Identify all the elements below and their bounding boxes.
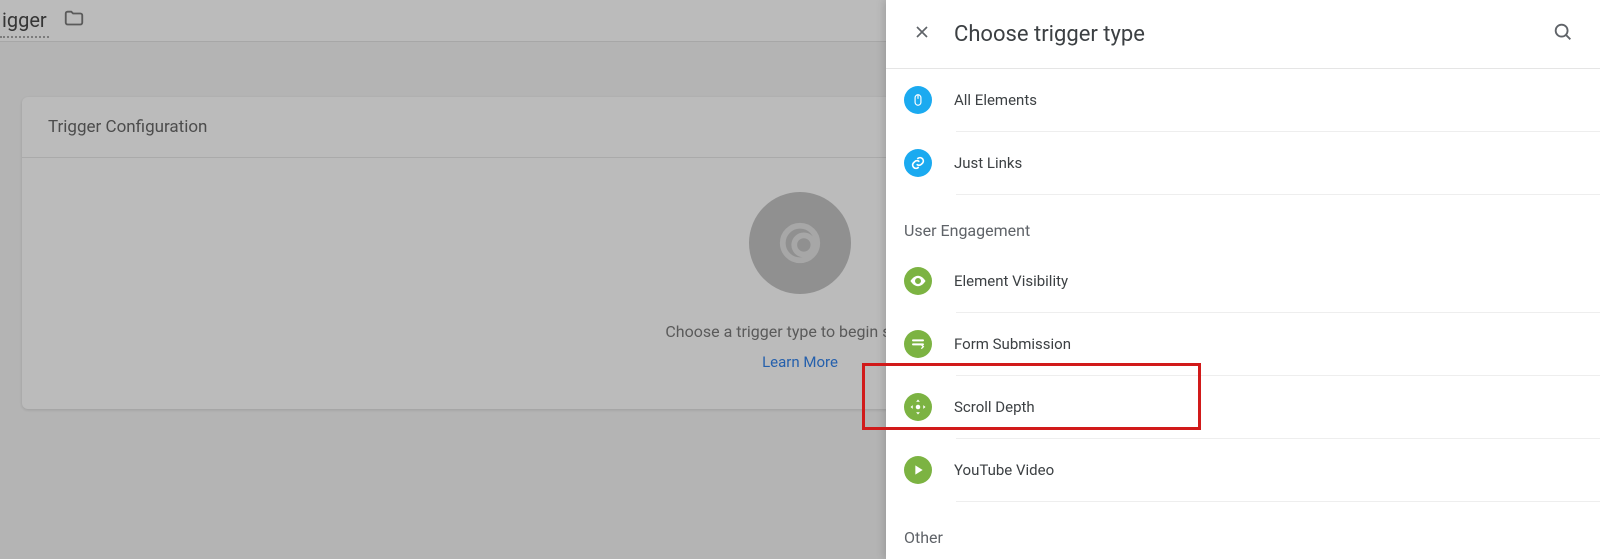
- link-icon: [904, 149, 932, 177]
- trigger-option-all-elements[interactable]: All Elements: [886, 69, 1600, 131]
- folder-icon[interactable]: [63, 8, 85, 34]
- trigger-option-element-visibility[interactable]: Element Visibility: [886, 250, 1600, 312]
- learn-more-link[interactable]: Learn More: [762, 353, 838, 371]
- trigger-option-label: Form Submission: [954, 335, 1071, 353]
- form-icon: [904, 330, 932, 358]
- section-header: Other: [886, 502, 1600, 557]
- choose-trigger-panel: Choose trigger type All Elements Just Lin…: [886, 0, 1600, 559]
- trigger-option-label: All Elements: [954, 91, 1037, 109]
- panel-title: Choose trigger type: [954, 22, 1552, 47]
- trigger-option-label: YouTube Video: [954, 461, 1054, 479]
- close-icon[interactable]: [912, 22, 932, 46]
- trigger-placeholder-icon: [749, 192, 851, 294]
- scroll-icon: [904, 393, 932, 421]
- trigger-option-scroll-depth[interactable]: Scroll Depth: [886, 376, 1600, 438]
- eye-icon: [904, 267, 932, 295]
- mouse-icon: [904, 86, 932, 114]
- trigger-option-label: Just Links: [954, 154, 1022, 172]
- trigger-name-input[interactable]: igger: [0, 4, 49, 38]
- section-header: User Engagement: [886, 195, 1600, 250]
- trigger-option-youtube-video[interactable]: YouTube Video: [886, 439, 1600, 501]
- trigger-option-form-submission[interactable]: Form Submission: [886, 313, 1600, 375]
- trigger-option-label: Scroll Depth: [954, 398, 1035, 416]
- search-icon[interactable]: [1552, 21, 1574, 47]
- trigger-option-just-links[interactable]: Just Links: [886, 132, 1600, 194]
- play-icon: [904, 456, 932, 484]
- trigger-option-label: Element Visibility: [954, 272, 1068, 290]
